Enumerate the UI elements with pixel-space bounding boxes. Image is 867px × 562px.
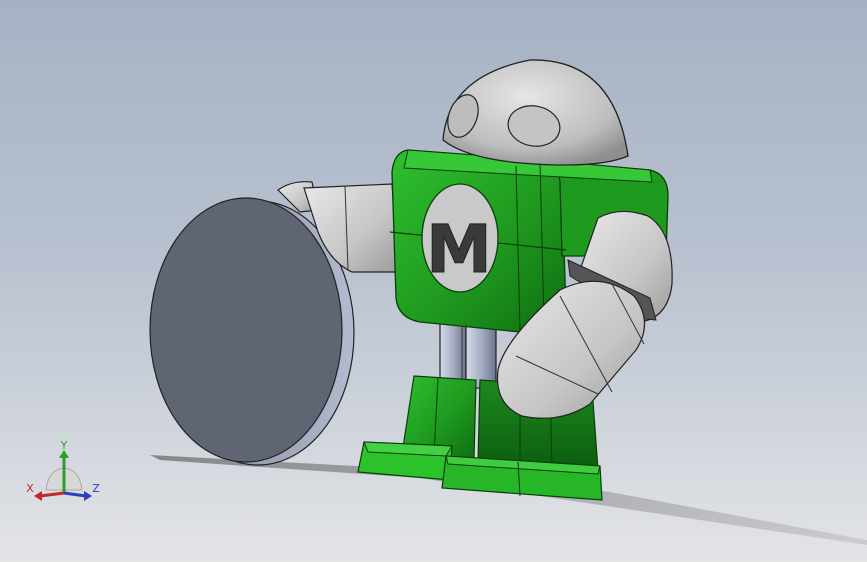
graphics-viewport[interactable]: M Y X Z xyxy=(0,0,867,562)
x-axis-line xyxy=(39,491,65,498)
triad-y-label: Y xyxy=(60,440,68,452)
x-axis-arrow-icon xyxy=(34,491,42,501)
disc-face xyxy=(149,197,343,463)
chest-logo[interactable]: M xyxy=(421,183,499,293)
chest-logo-letter: M xyxy=(426,211,492,288)
reference-triad[interactable]: Y X Z xyxy=(24,440,104,506)
z-axis-arrow-icon xyxy=(84,491,92,501)
head[interactable] xyxy=(442,59,629,166)
z-axis-line xyxy=(63,491,87,498)
model-scene[interactable]: M xyxy=(0,0,867,562)
triad-z-label: Z xyxy=(92,482,100,495)
triad-x-label: X xyxy=(26,482,34,495)
